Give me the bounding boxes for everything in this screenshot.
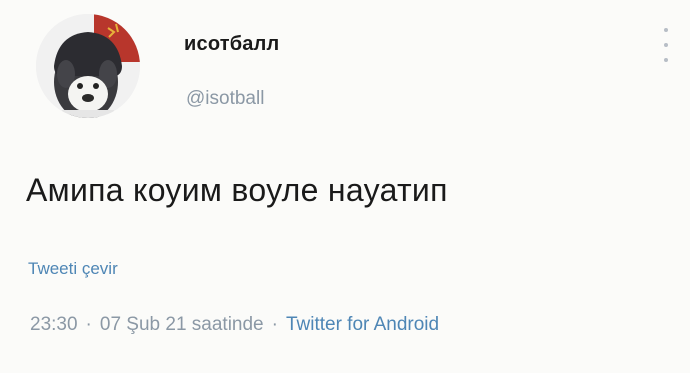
meta-separator: · bbox=[271, 314, 278, 335]
tweet-time[interactable]: 23:30 bbox=[30, 314, 78, 335]
more-dot bbox=[664, 58, 668, 62]
tweet-card: исотбалл @isotball Амипа коуим воуле нау… bbox=[0, 0, 690, 373]
tweet-metadata: 23:30 · 07 Şub 21 saatinde · Twitter for And… bbox=[30, 314, 439, 336]
more-dot bbox=[664, 28, 668, 32]
user-handle[interactable]: @isotball bbox=[186, 88, 264, 110]
tweet-date[interactable]: 07 Şub 21 saatinde bbox=[100, 314, 264, 335]
more-dot bbox=[664, 43, 668, 47]
translate-tweet-link[interactable]: Tweeti çevir bbox=[28, 259, 118, 279]
tweet-text: Амипа коуим воуле науатип bbox=[26, 172, 448, 208]
more-vertical-icon[interactable] bbox=[658, 28, 674, 62]
meta-separator: · bbox=[85, 314, 92, 335]
avatar[interactable] bbox=[36, 14, 140, 118]
avatar-image bbox=[36, 14, 140, 118]
tweet-client-link[interactable]: Twitter for Android bbox=[286, 314, 439, 335]
display-name[interactable]: исотбалл bbox=[184, 33, 279, 56]
